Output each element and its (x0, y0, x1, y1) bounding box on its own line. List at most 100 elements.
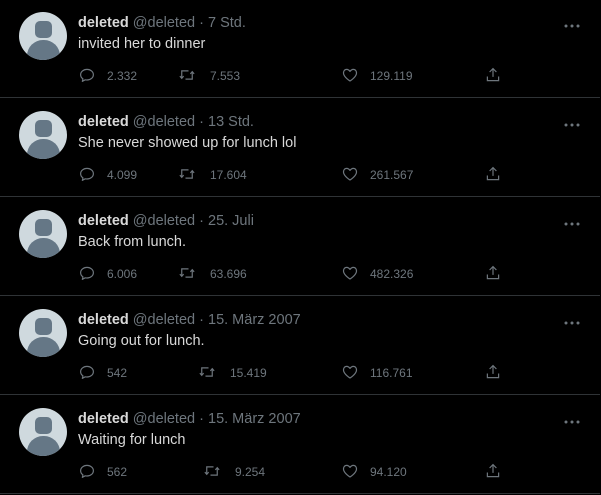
retweet-count: 9.254 (235, 465, 266, 479)
tweet-actions: 4.099 17.604 261.567 (0, 163, 600, 185)
share-icon (484, 165, 502, 183)
avatar[interactable] (19, 309, 67, 357)
avatar-shoulders-shape (27, 139, 60, 159)
tweet-text: invited her to dinner (78, 36, 206, 52)
reply-button[interactable]: 6.006 (78, 262, 137, 284)
like-count: 116.761 (370, 366, 413, 380)
tweet[interactable]: deleted @deleted · 15. März 2007 Waiting… (0, 396, 600, 494)
share-button[interactable] (484, 262, 502, 284)
heart-icon (341, 363, 359, 381)
share-icon (484, 66, 502, 84)
tweet[interactable]: deleted @deleted · 7 Std. invited her to… (0, 0, 600, 98)
like-button[interactable]: 261.567 (341, 163, 413, 185)
share-icon (484, 462, 502, 480)
tweet-actions: 562 9.254 94.120 (0, 460, 600, 482)
share-button[interactable] (484, 361, 502, 383)
tweet-text: Back from lunch. (78, 234, 186, 250)
separator-dot: · (199, 312, 204, 328)
reply-count: 4.099 (107, 168, 138, 182)
like-count: 261.567 (370, 168, 414, 182)
tweet[interactable]: deleted @deleted · 13 Std. She never sho… (0, 99, 600, 197)
share-button[interactable] (484, 163, 502, 185)
share-button[interactable] (484, 460, 502, 482)
reply-button[interactable]: 2.332 (78, 64, 137, 86)
avatar-shoulders-shape (27, 436, 60, 456)
tweet-actions: 542 15.419 116.761 (0, 361, 600, 383)
tweet-actions: 6.006 63.696 482.326 (0, 262, 600, 284)
avatar-head-shape (35, 21, 52, 38)
like-button[interactable]: 94.120 (341, 460, 407, 482)
heart-icon (341, 462, 359, 480)
author-name[interactable]: deleted (78, 411, 129, 427)
separator-dot: · (199, 114, 204, 130)
share-icon (484, 363, 502, 381)
retweet-button[interactable]: 63.696 (178, 262, 247, 284)
retweet-icon (198, 363, 216, 381)
more-icon[interactable] (564, 115, 580, 127)
avatar[interactable] (19, 111, 67, 159)
retweet-icon (178, 264, 196, 282)
tweet-header: deleted @deleted · 13 Std. (78, 113, 254, 131)
author-name[interactable]: deleted (78, 114, 129, 130)
share-button[interactable] (484, 64, 502, 86)
avatar-head-shape (35, 318, 52, 335)
like-button[interactable]: 116.761 (341, 361, 413, 383)
heart-icon (341, 165, 359, 183)
timestamp[interactable]: 15. März 2007 (208, 411, 301, 427)
timestamp[interactable]: 25. Juli (208, 213, 254, 229)
separator-dot: · (199, 15, 204, 31)
more-icon[interactable] (564, 313, 580, 325)
like-count: 94.120 (370, 465, 407, 479)
heart-icon (341, 264, 359, 282)
author-handle[interactable]: @deleted (133, 411, 195, 427)
avatar[interactable] (19, 210, 67, 258)
reply-icon (78, 66, 96, 84)
reply-count: 542 (107, 366, 128, 380)
retweet-icon (203, 462, 221, 480)
author-handle[interactable]: @deleted (133, 213, 195, 229)
heart-icon (341, 66, 359, 84)
avatar-shoulders-shape (27, 337, 60, 357)
avatar-head-shape (35, 219, 52, 236)
author-name[interactable]: deleted (78, 312, 129, 328)
timestamp[interactable]: 7 Std. (208, 15, 246, 31)
tweet[interactable]: deleted @deleted · 15. März 2007 Going o… (0, 297, 600, 395)
retweet-button[interactable]: 7.553 (178, 64, 240, 86)
retweet-icon (178, 165, 196, 183)
timestamp[interactable]: 15. März 2007 (208, 312, 301, 328)
retweet-count: 15.419 (230, 366, 267, 380)
reply-count: 2.332 (107, 69, 138, 83)
author-name[interactable]: deleted (78, 15, 129, 31)
reply-button[interactable]: 542 (78, 361, 127, 383)
like-button[interactable]: 129.119 (341, 64, 413, 86)
more-icon[interactable] (564, 412, 580, 424)
reply-button[interactable]: 562 (78, 460, 127, 482)
like-count: 129.119 (370, 69, 413, 83)
author-name[interactable]: deleted (78, 213, 129, 229)
avatar-shoulders-shape (27, 238, 60, 258)
like-button[interactable]: 482.326 (341, 262, 413, 284)
reply-count: 562 (107, 465, 128, 479)
tweet-header: deleted @deleted · 25. Juli (78, 212, 254, 230)
tweet-feed: deleted @deleted · 7 Std. invited her to… (0, 0, 601, 495)
timestamp[interactable]: 13 Std. (208, 114, 254, 130)
avatar[interactable] (19, 408, 67, 456)
tweet-header: deleted @deleted · 15. März 2007 (78, 410, 301, 428)
tweet-actions: 2.332 7.553 129.119 (0, 64, 600, 86)
tweet[interactable]: deleted @deleted · 25. Juli Back from lu… (0, 198, 600, 296)
retweet-button[interactable]: 17.604 (178, 163, 247, 185)
author-handle[interactable]: @deleted (133, 312, 195, 328)
avatar[interactable] (19, 12, 67, 60)
reply-button[interactable]: 4.099 (78, 163, 137, 185)
avatar-head-shape (35, 417, 52, 434)
more-icon[interactable] (564, 214, 580, 226)
retweet-button[interactable]: 9.254 (203, 460, 265, 482)
more-icon[interactable] (564, 16, 580, 28)
retweet-count: 7.553 (210, 69, 241, 83)
retweet-count: 63.696 (210, 267, 247, 281)
author-handle[interactable]: @deleted (133, 15, 195, 31)
reply-icon (78, 462, 96, 480)
retweet-button[interactable]: 15.419 (198, 361, 267, 383)
author-handle[interactable]: @deleted (133, 114, 195, 130)
tweet-text: She never showed up for lunch lol (78, 135, 297, 151)
